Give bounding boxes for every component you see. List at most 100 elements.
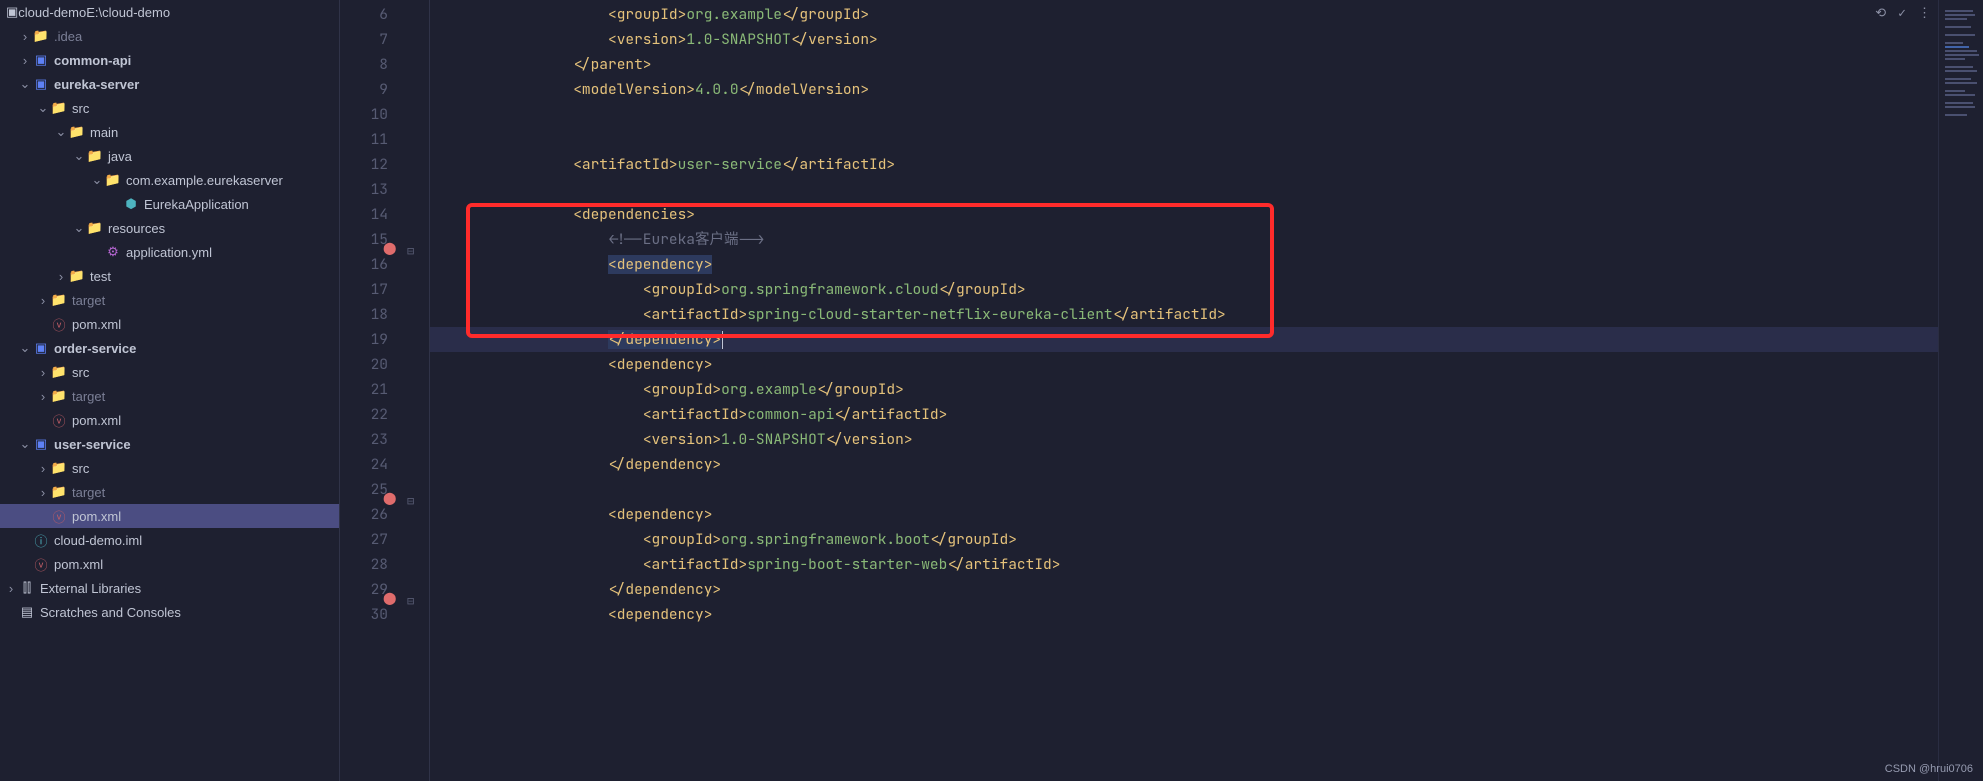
tree-label: common-api <box>54 53 131 68</box>
code-area[interactable]: <groupId>org.example</groupId> <version>… <box>430 0 1938 781</box>
project-name: cloud-demo <box>18 5 86 20</box>
maven-icon: ⓥ <box>50 411 68 430</box>
source-folder-icon: 📁 <box>86 148 104 164</box>
tree-item-target[interactable]: › 📁 target <box>0 288 339 312</box>
minimap[interactable] <box>1938 0 1983 781</box>
fold-icon[interactable]: ⊟ <box>407 495 419 507</box>
chevron-down-icon: ⌄ <box>54 124 68 140</box>
code-line[interactable]: <groupId>org.example</groupId> <box>430 2 1938 27</box>
more-actions-icon[interactable]: ⋮ <box>1918 4 1931 21</box>
line-number-gutter: 6789101112131415161718192021222324252627… <box>340 0 400 781</box>
tree-item-src[interactable]: ⌄ 📁 src <box>0 96 339 120</box>
code-line[interactable]: <artifactId>spring-cloud-starter-netflix… <box>430 302 1938 327</box>
reader-mode-icon[interactable]: ⟲ <box>1875 4 1886 21</box>
code-line[interactable] <box>430 127 1938 152</box>
folder-icon: 📁 <box>50 100 68 116</box>
code-line[interactable] <box>430 477 1938 502</box>
code-line[interactable]: <dependency> <box>430 602 1938 627</box>
tree-item-application-yml[interactable]: ⚙ application.yml <box>0 240 339 264</box>
tree-item-user-service[interactable]: ⌄ ▣ user-service <box>0 432 339 456</box>
test-folder-icon: 📁 <box>68 268 86 284</box>
code-line[interactable]: <!--Eureka客户端--> <box>430 227 1938 252</box>
tree-label: test <box>90 269 111 284</box>
tree-item-common-api[interactable]: › ▣ common-api <box>0 48 339 72</box>
inspection-icon[interactable]: ✓ <box>1898 4 1906 21</box>
code-line[interactable]: <dependency> <box>430 502 1938 527</box>
chevron-right-icon: › <box>54 269 68 284</box>
tree-label: pom.xml <box>72 317 121 332</box>
tree-label: eureka-server <box>54 77 139 92</box>
code-line[interactable]: <artifactId>user-service</artifactId> <box>430 152 1938 177</box>
code-line[interactable] <box>430 177 1938 202</box>
editor-top-actions: ⟲ ✓ ⋮ <box>1875 4 1931 21</box>
chevron-right-icon: › <box>36 485 50 500</box>
folder-icon: 📁 <box>50 460 68 476</box>
code-line[interactable]: <groupId>org.example</groupId> <box>430 377 1938 402</box>
code-line[interactable]: <dependency> <box>430 252 1938 277</box>
tree-item-pom[interactable]: ⓥ pom.xml <box>0 408 339 432</box>
code-line[interactable]: <artifactId>common-api</artifactId> <box>430 402 1938 427</box>
module-icon: ▣ <box>32 340 50 356</box>
gutter-hint-icon[interactable]: ⬤ <box>383 490 397 504</box>
module-icon: ▣ <box>32 52 50 68</box>
tree-label: pom.xml <box>72 509 121 524</box>
project-tree[interactable]: ▣ cloud-demo E:\cloud-demo › 📁 .idea › ▣… <box>0 0 340 781</box>
tree-label: user-service <box>54 437 131 452</box>
code-line[interactable]: </parent> <box>430 52 1938 77</box>
tree-item-eureka-app[interactable]: ⬢ EurekaApplication <box>0 192 339 216</box>
code-line[interactable]: <version>1.0-SNAPSHOT</version> <box>430 27 1938 52</box>
tree-item-package[interactable]: ⌄ 📁 com.example.eurekaserver <box>0 168 339 192</box>
code-line[interactable]: <artifactId>spring-boot-starter-web</art… <box>430 552 1938 577</box>
tree-item-resources[interactable]: ⌄ 📁 resources <box>0 216 339 240</box>
code-line[interactable]: <dependencies> <box>430 202 1938 227</box>
code-line[interactable]: <dependency> <box>430 352 1938 377</box>
code-line[interactable]: </dependency> <box>430 577 1938 602</box>
chevron-down-icon: ⌄ <box>36 100 50 116</box>
gutter-hint-icon[interactable]: ⬤ <box>383 240 397 254</box>
chevron-right-icon: › <box>18 29 32 44</box>
tree-item-src[interactable]: › 📁 src <box>0 360 339 384</box>
tree-item-test[interactable]: › 📁 test <box>0 264 339 288</box>
tree-item-order-service[interactable]: ⌄ ▣ order-service <box>0 336 339 360</box>
tree-label: .idea <box>54 29 82 44</box>
tree-item-target[interactable]: › 📁 target <box>0 384 339 408</box>
chevron-down-icon: ⌄ <box>18 436 32 452</box>
scratches-icon: ▤ <box>18 604 36 620</box>
tree-item-src[interactable]: › 📁 src <box>0 456 339 480</box>
chevron-down-icon: ⌄ <box>72 148 86 164</box>
code-line[interactable]: </dependency> <box>430 452 1938 477</box>
fold-icon[interactable]: ⊟ <box>407 245 419 257</box>
tree-item-pom-root[interactable]: ⓥ pom.xml <box>0 552 339 576</box>
tree-label: main <box>90 125 118 140</box>
folder-icon: 📁 <box>32 28 50 44</box>
fold-icon[interactable]: ⊟ <box>407 595 419 607</box>
tree-item-target[interactable]: › 📁 target <box>0 480 339 504</box>
tree-label: target <box>72 485 105 500</box>
tree-item-external-libs[interactable]: › ⫿⫿ External Libraries <box>0 576 339 600</box>
folder-icon: ▣ <box>6 4 18 20</box>
tree-item-main[interactable]: ⌄ 📁 main <box>0 120 339 144</box>
tree-label: Scratches and Consoles <box>40 605 181 620</box>
tree-item-iml[interactable]: ⓘ cloud-demo.iml <box>0 528 339 552</box>
code-line[interactable] <box>430 102 1938 127</box>
tree-item-eureka-server[interactable]: ⌄ ▣ eureka-server <box>0 72 339 96</box>
maven-icon: ⓥ <box>50 507 68 526</box>
tree-item-idea[interactable]: › 📁 .idea <box>0 24 339 48</box>
tree-item-pom-selected[interactable]: ⓥ pom.xml <box>0 504 339 528</box>
code-line[interactable]: <version>1.0-SNAPSHOT</version> <box>430 427 1938 452</box>
code-line[interactable]: <modelVersion>4.0.0</modelVersion> <box>430 77 1938 102</box>
tree-item-scratches[interactable]: ▤ Scratches and Consoles <box>0 600 339 624</box>
chevron-down-icon: ⌄ <box>18 76 32 92</box>
code-line[interactable]: <groupId>org.springframework.boot</group… <box>430 527 1938 552</box>
gutter-annotations: ⬤ ⊟ ⬤ ⊟ ⬤ ⊟ <box>400 0 430 781</box>
code-line[interactable]: <groupId>org.springframework.cloud</grou… <box>430 277 1938 302</box>
chevron-down-icon: ⌄ <box>90 172 104 188</box>
tree-item-pom[interactable]: ⓥ pom.xml <box>0 312 339 336</box>
project-root[interactable]: ▣ cloud-demo E:\cloud-demo <box>0 0 339 24</box>
gutter-hint-icon[interactable]: ⬤ <box>383 590 397 604</box>
tree-label: EurekaApplication <box>144 197 249 212</box>
tree-label: External Libraries <box>40 581 141 596</box>
code-line[interactable]: </dependency> <box>430 327 1938 352</box>
tree-item-java[interactable]: ⌄ 📁 java <box>0 144 339 168</box>
code-editor[interactable]: 6789101112131415161718192021222324252627… <box>340 0 1983 781</box>
